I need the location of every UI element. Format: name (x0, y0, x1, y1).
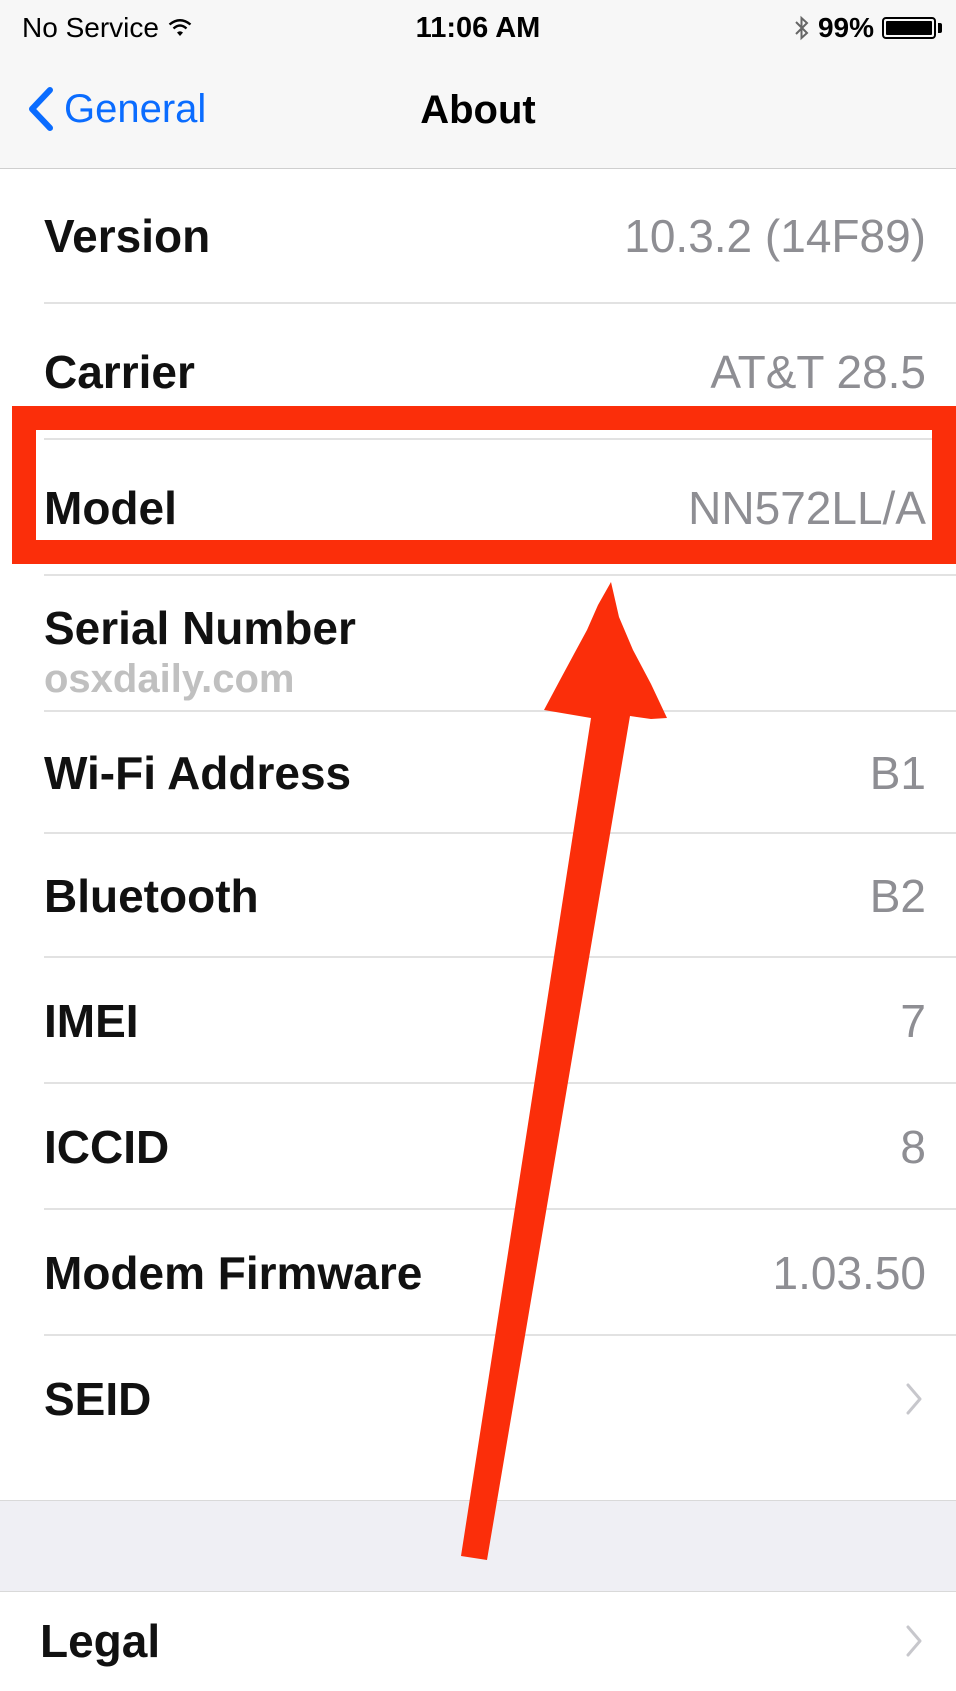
row-version: Version 10.3.2 (14F89) (0, 168, 956, 304)
row-bluetooth: Bluetooth B2 (0, 834, 956, 958)
row-iccid: ICCID 8 (0, 1084, 956, 1210)
row-label: Serial Number (44, 601, 356, 654)
row-label: Carrier (44, 346, 195, 398)
row-label: Wi-Fi Address (44, 747, 352, 799)
chevron-right-icon (906, 1625, 922, 1656)
section-spacer (0, 1500, 956, 1592)
page-title: About (420, 88, 536, 132)
highlight-box (12, 406, 956, 564)
row-label: ICCID (44, 1121, 170, 1173)
row-label: Version (44, 210, 211, 262)
battery-fill (886, 21, 932, 35)
row-value: AT&T 28.5 (710, 346, 926, 398)
battery-percent: 99% (817, 12, 874, 43)
row-wifi-address: Wi-Fi Address B1 (0, 712, 956, 834)
row-serial-number: Serial Number osxdaily.com (0, 576, 956, 712)
row-value: B2 (869, 870, 926, 922)
row-label: IMEI (44, 995, 139, 1047)
status-right: 99% (794, 12, 942, 44)
row-legal[interactable]: Legal (0, 1590, 956, 1691)
row-modem-firmware: Modem Firmware 1.03.50 (0, 1210, 956, 1336)
chevron-right-icon (906, 1383, 922, 1415)
bluetooth-icon (795, 15, 809, 41)
row-value: 7 (900, 995, 926, 1047)
status-bar: No Service 11:06 AM 99% (0, 0, 956, 62)
row-value: 1.03.50 (772, 1247, 926, 1299)
row-label: SEID (44, 1373, 152, 1425)
watermark-text: osxdaily.com (44, 657, 295, 701)
navigation-bar: General About (0, 62, 956, 169)
row-imei: IMEI 7 (0, 958, 956, 1084)
row-value: 8 (900, 1121, 926, 1173)
row-label: Legal (40, 1614, 161, 1667)
row-label: Modem Firmware (44, 1247, 423, 1299)
battery-icon (882, 17, 936, 39)
row-value: B1 (869, 747, 926, 799)
about-list: Version 10.3.2 (14F89) Carrier AT&T 28.5… (0, 168, 956, 1462)
battery-cap (938, 23, 942, 33)
row-value: 10.3.2 (14F89) (624, 210, 926, 262)
row-seid[interactable]: SEID (0, 1336, 956, 1462)
row-label: Bluetooth (44, 870, 259, 922)
